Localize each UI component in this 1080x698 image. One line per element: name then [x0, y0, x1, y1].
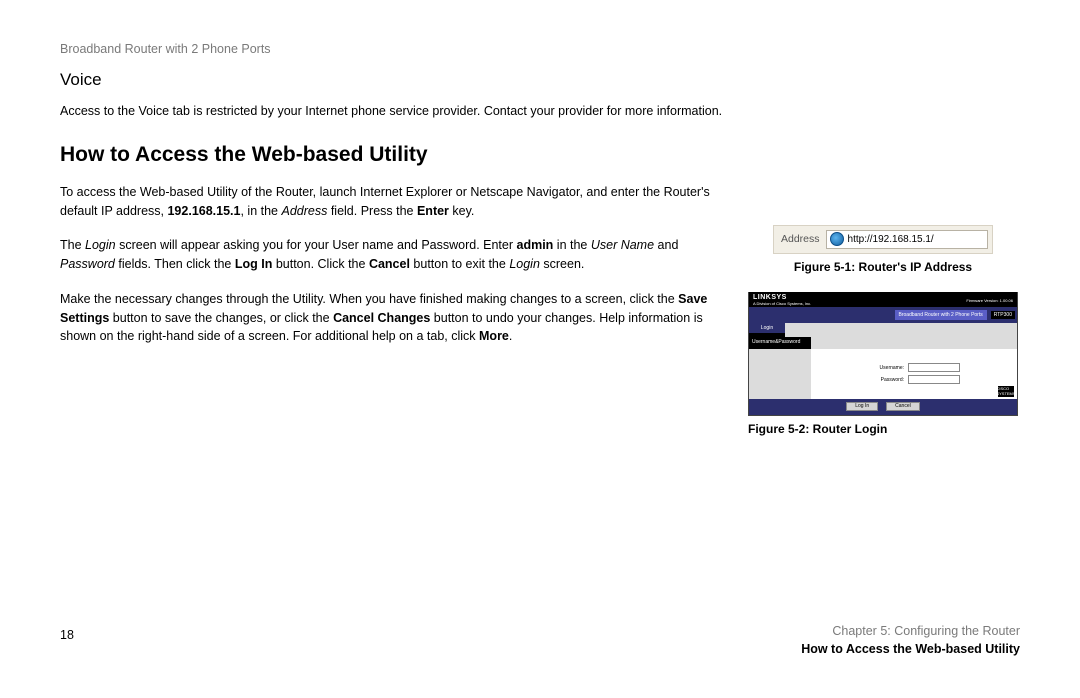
- text: .: [509, 329, 512, 343]
- howto-p2: The Login screen will appear asking you …: [60, 236, 720, 274]
- password-input[interactable]: [908, 375, 960, 384]
- figure-5-1-caption: Figure 5-1: Router's IP Address: [748, 260, 1018, 274]
- text: screen will appear asking you for your U…: [116, 238, 517, 252]
- doc-title: Broadband Router with 2 Phone Ports: [60, 42, 1020, 56]
- text: fields. Then click the: [115, 257, 235, 271]
- address-url: http://192.168.15.1/: [848, 234, 934, 245]
- text: field. Press the: [327, 204, 417, 218]
- howto-heading: How to Access the Web-based Utility: [60, 143, 1020, 167]
- firmware-label: Firmware Version: 1.00.06: [966, 298, 1013, 303]
- address-field: Address: [281, 204, 327, 218]
- brand-sub: A Division of Cisco Systems, Inc.: [753, 301, 811, 306]
- password-word: Password: [60, 257, 115, 271]
- text: The: [60, 238, 85, 252]
- password-label: Password:: [868, 377, 904, 383]
- section-label: Username&Password: [749, 337, 811, 349]
- login-button[interactable]: Log In: [846, 402, 878, 411]
- text: key.: [449, 204, 474, 218]
- model-label: RTP300: [991, 311, 1015, 319]
- address-bar-label: Address: [778, 233, 823, 245]
- address-input[interactable]: http://192.168.15.1/: [826, 230, 988, 249]
- howto-p3: Make the necessary changes through the U…: [60, 290, 720, 346]
- footer-chapter: Chapter 5: Configuring the Router: [801, 623, 1020, 641]
- figure-5-2: LINKSYS A Division of Cisco Systems, Inc…: [748, 292, 1018, 416]
- ie-icon: [830, 232, 844, 246]
- login-screen-word: Login: [509, 257, 540, 271]
- ip-address: 192.168.15.1: [167, 204, 240, 218]
- admin-word: admin: [517, 238, 554, 252]
- text: button to exit the: [410, 257, 509, 271]
- howto-p1: To access the Web-based Utility of the R…: [60, 183, 720, 221]
- cancel-button[interactable]: Cancel: [886, 402, 920, 411]
- product-label: Broadband Router with 2 Phone Ports: [895, 310, 987, 320]
- login-blue-bar: Broadband Router with 2 Phone Ports RTP3…: [748, 307, 1018, 323]
- login-footer: Log In Cancel: [748, 399, 1018, 416]
- cancel-btn-word: Cancel: [369, 257, 410, 271]
- text: button. Click the: [272, 257, 369, 271]
- left-column: To access the Web-based Utility of the R…: [60, 183, 720, 436]
- figure-5-1: Address http://192.168.15.1/: [773, 225, 993, 254]
- text: , in the: [240, 204, 281, 218]
- figure-5-2-caption: Figure 5-2: Router Login: [748, 422, 1018, 436]
- cisco-logo: CISCO SYSTEMS: [998, 386, 1014, 397]
- login-header-black: LINKSYS A Division of Cisco Systems, Inc…: [748, 292, 1018, 307]
- text: Make the necessary changes through the U…: [60, 292, 678, 306]
- text: and: [654, 238, 678, 252]
- footer-section: How to Access the Web-based Utility: [801, 641, 1020, 659]
- text: screen.: [540, 257, 584, 271]
- login-btn-word: Log In: [235, 257, 273, 271]
- enter-key: Enter: [417, 204, 449, 218]
- more-word: More: [479, 329, 509, 343]
- brand-label: LINKSYS: [753, 294, 787, 301]
- login-word: Login: [85, 238, 116, 252]
- text: in the: [553, 238, 591, 252]
- username-label: Username:: [868, 365, 904, 371]
- page-number: 18: [60, 628, 74, 642]
- voice-heading: Voice: [60, 70, 1020, 90]
- username-input[interactable]: [908, 363, 960, 372]
- username-word: User Name: [591, 238, 654, 252]
- cancel-changes-word: Cancel Changes: [333, 311, 430, 325]
- right-column: Address http://192.168.15.1/ Figure 5-1:…: [748, 183, 1018, 436]
- login-tab[interactable]: Login: [749, 323, 785, 333]
- text: button to save the changes, or click the: [109, 311, 333, 325]
- address-bar: Address http://192.168.15.1/: [773, 225, 993, 254]
- voice-paragraph: Access to the Voice tab is restricted by…: [60, 102, 1020, 121]
